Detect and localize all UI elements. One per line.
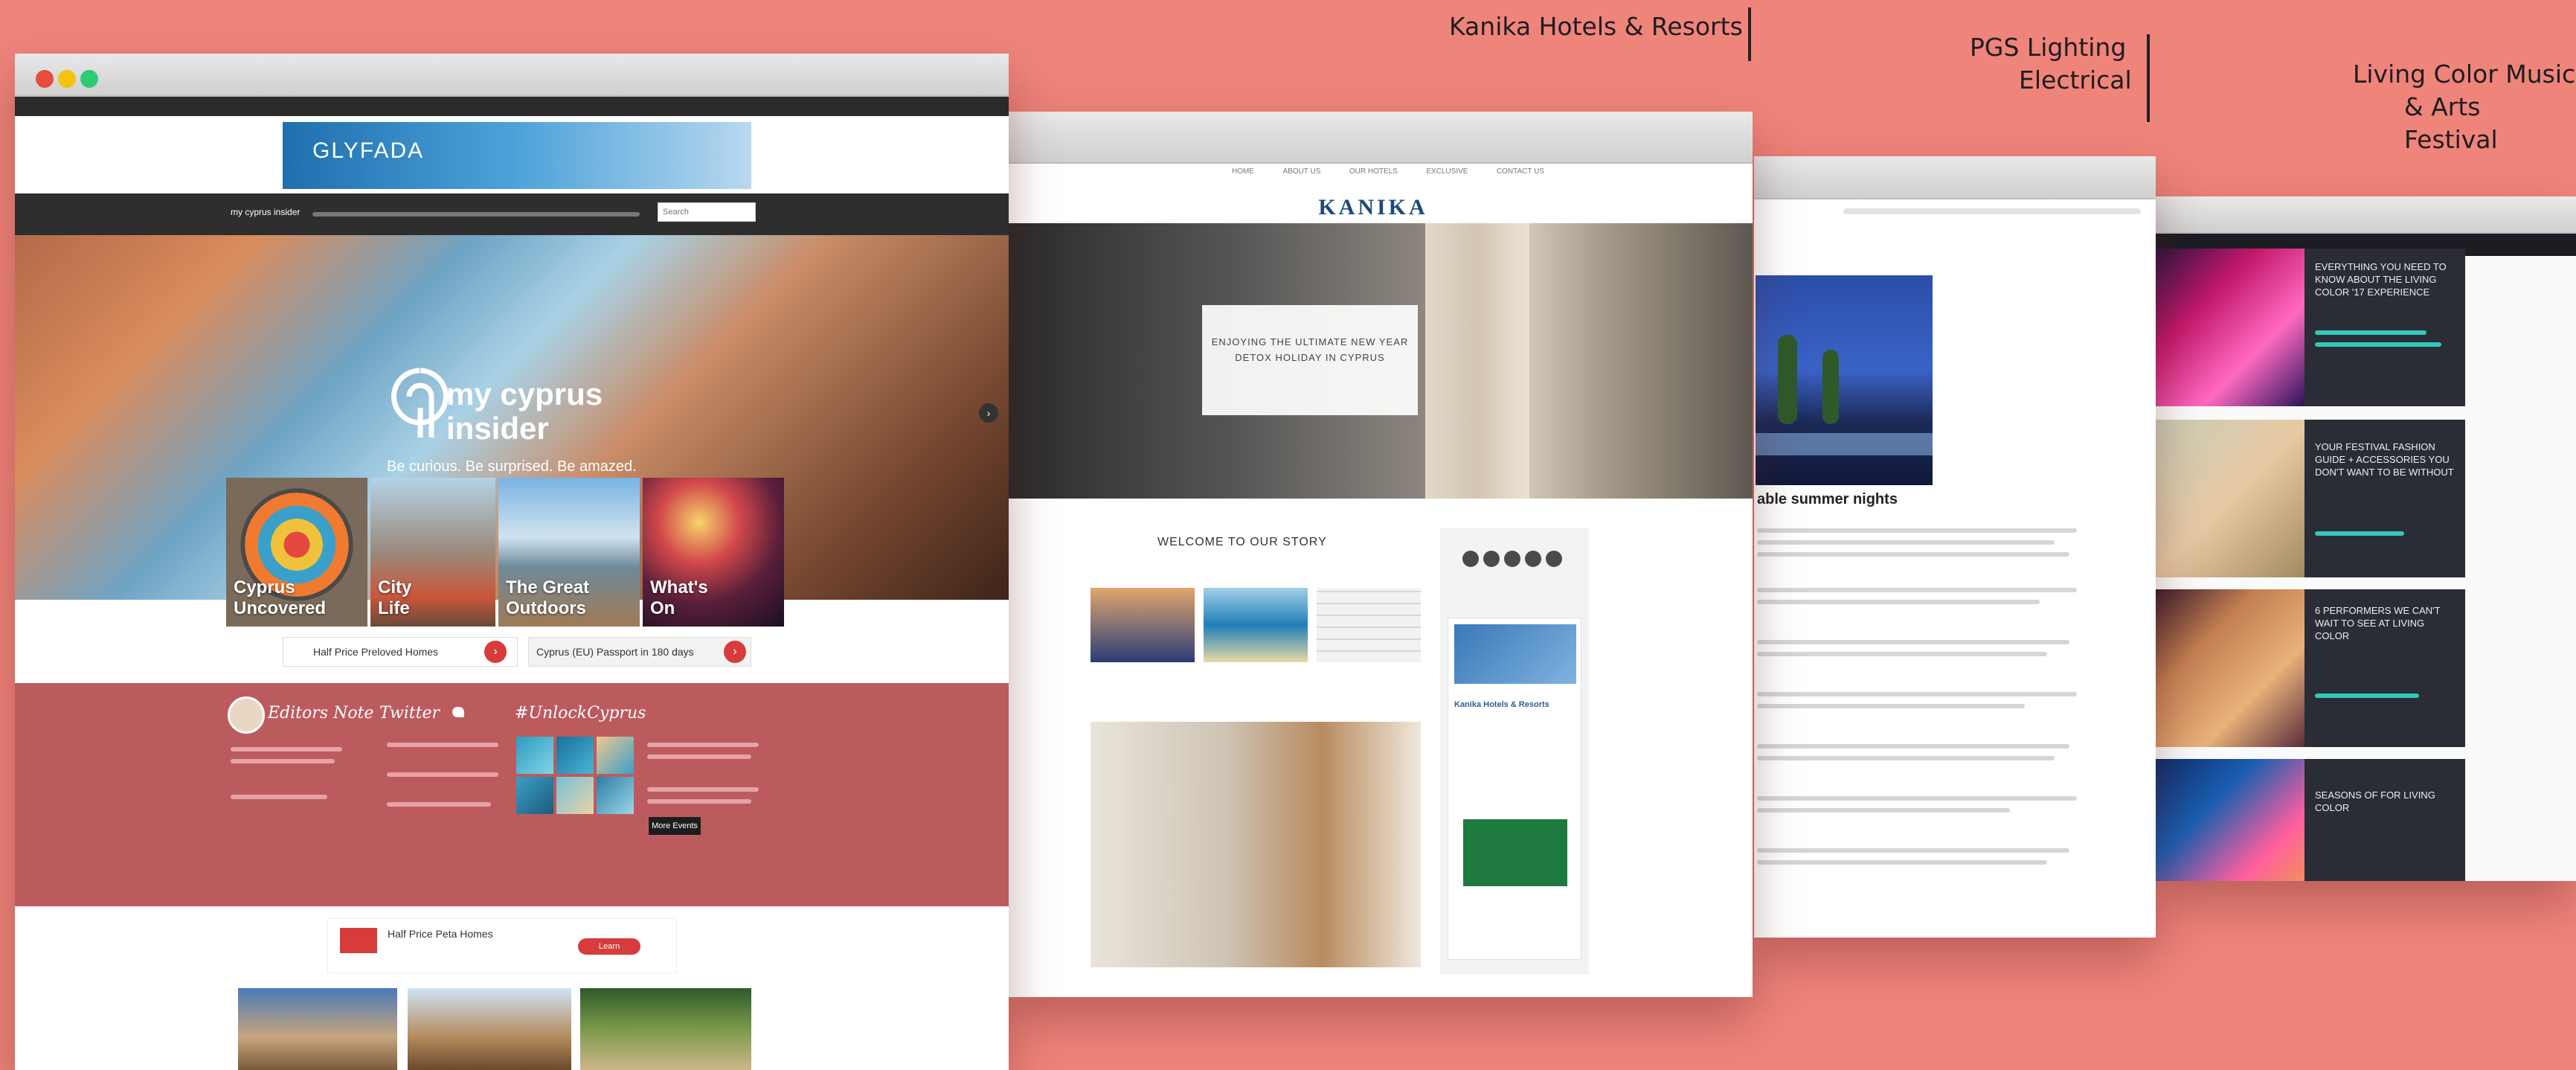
promo-right[interactable]: Cyprus (EU) Passport in 180 days › [528,637,751,667]
close-window-icon[interactable] [36,70,54,88]
spa-photo [1091,722,1421,967]
search-input[interactable] [658,202,756,222]
caption-divider [1748,7,1751,61]
story-image[interactable] [1317,588,1421,662]
hero-title-line2: DETOX HOLIDAY IN CYPRUS [1235,352,1385,363]
kanika-mockup: HOME ABOUT US OUR HOTELS EXCLUSIVE CONTA… [1009,112,1753,997]
nav-logo[interactable]: my cyprus insider [231,207,300,217]
top-banner-ad[interactable]: GLYFADA [283,122,751,189]
article-thumb[interactable] [408,988,571,1070]
youtube-icon[interactable] [1525,551,1541,567]
story-image[interactable] [1091,588,1195,662]
article-thumb[interactable] [580,988,751,1070]
carousel-next-button[interactable]: › [979,403,998,423]
instagram-thumb[interactable] [516,737,553,774]
promo-right-arrow[interactable]: › [724,641,746,663]
nav-item-hotels[interactable]: OUR HOTELS [1349,167,1398,176]
promo-left-arrow[interactable]: › [484,641,507,663]
browser-chrome [1754,156,2156,199]
article-headline: able summer nights [1757,491,1898,507]
living-color-mockup: EVERYTHING YOU NEED TO KNOW ABOUT THE LI… [2156,196,2576,881]
card-image [2156,589,2304,747]
logo-icon [391,368,449,438]
article-title[interactable]: EVERYTHING YOU NEED TO KNOW ABOUT THE LI… [2315,260,2456,298]
article-card[interactable]: EVERYTHING YOU NEED TO KNOW ABOUT THE LI… [2304,249,2465,406]
story-image[interactable] [1204,588,1308,662]
promo-left[interactable]: Half Price Preloved Homes › [283,637,518,667]
card-image [2156,249,2304,406]
category-tile-great-outdoors[interactable]: The Great Outdoors [498,478,640,627]
my-cyprus-insider-mockup: GLYFADA my cyprus insider my cyprus insi… [15,54,1009,1070]
twitter-icon [452,707,464,717]
ad-text: GLYFADA [312,138,425,163]
category-tile-city-life[interactable]: City Life [370,478,495,627]
site-nav: HOME ABOUT US OUR HOTELS EXCLUSIVE CONTA… [1232,156,1544,186]
instagram-icon[interactable] [1504,551,1520,567]
caption-divider [2147,34,2150,122]
editor-avatar [228,696,265,734]
nav-item-contact[interactable]: CONTACT US [1497,167,1544,176]
site-nav [1843,208,2141,214]
article-card[interactable]: SEASONS OF FOR LIVING COLOR [2304,759,2465,881]
unlock-heading: #UnlockCyprus [515,704,646,723]
instagram-thumb[interactable] [597,737,634,774]
caption-pgs-line1: PGS Lighting [1970,33,2127,62]
maximize-window-icon[interactable] [80,70,98,88]
card-image [2156,420,2304,577]
bottom-ad[interactable]: Half Price Peta Homes Learn [327,918,677,973]
hero-logo-line1: my cyprus [446,377,603,411]
hero-logo-line2: insider [446,411,549,446]
article-card[interactable]: YOUR FESTIVAL FASHION GUIDE + ACCESSORIE… [2304,420,2465,577]
article-title[interactable]: SEASONS OF FOR LIVING COLOR [2315,789,2456,814]
ad-logo [340,928,377,953]
hero-photo: ENJOYING THE ULTIMATE NEW YEAR DETOX HOL… [1009,223,1753,499]
welcome-heading: WELCOME TO OUR STORY [1157,536,1327,548]
facebook-widget: Kanika Hotels & Resorts [1448,618,1581,960]
browser-chrome [2156,196,2576,234]
editor-heading: Editors Note [268,704,374,723]
article-card[interactable]: 6 PERFORMERS WE CAN'T WAIT TO SEE AT LIV… [2304,589,2465,747]
article-title[interactable]: YOUR FESTIVAL FASHION GUIDE + ACCESSORIE… [2315,441,2456,478]
caption-living-line2: & Arts Festival [2404,92,2498,154]
nav-item-home[interactable]: HOME [1232,167,1254,176]
caption-living-line1: Living Color Music [2353,60,2576,89]
minimize-window-icon[interactable] [58,70,76,88]
fb-page-name[interactable]: Kanika Hotels & Resorts [1454,700,1576,709]
facebook-icon[interactable] [1462,551,1479,567]
pgs-lighting-mockup: able summer nights [1754,156,2156,938]
caption-kanika: Kanika Hotels & Resorts [1449,12,1743,41]
category-tile-whats-on[interactable]: What's On [643,478,784,627]
instagram-thumb[interactable] [556,737,594,774]
hero-title-line1: ENJOYING THE ULTIMATE NEW YEAR [1211,336,1409,347]
nav-item-exclusive[interactable]: EXCLUSIVE [1426,167,1468,176]
sidebar: Kanika Hotels & Resorts [1440,528,1589,975]
ad-cta-button[interactable]: Learn [578,938,640,955]
top-strip [15,97,1009,116]
hero-photo [1756,275,1933,485]
pinterest-icon[interactable] [1546,551,1562,567]
site-logo[interactable]: KANIKA [1291,195,1455,220]
instagram-thumb[interactable] [556,777,594,814]
instagram-thumb[interactable] [516,777,553,814]
article-thumb[interactable] [238,988,397,1070]
instagram-thumb[interactable] [597,777,634,814]
main-nav: my cyprus insider [15,193,1009,235]
hero-tagline: Be curious. Be surprised. Be amazed. [387,458,637,475]
category-tile-cyprus-uncovered[interactable]: Cyprus Uncovered [226,478,367,627]
caption-pgs-line2: Electrical [2019,65,2132,94]
twitter-icon[interactable] [1483,551,1500,567]
more-events-button[interactable]: More Events [649,817,701,835]
article-title[interactable]: 6 PERFORMERS WE CAN'T WAIT TO SEE AT LIV… [2315,604,2456,642]
nav-item-about[interactable]: ABOUT US [1282,167,1320,176]
card-image [2156,759,2304,881]
browser-chrome [15,54,1009,97]
footer-band: Editors Note Twitter #UnlockCyprus More … [15,683,1009,906]
hero-card: ENJOYING THE ULTIMATE NEW YEAR DETOX HOL… [1202,305,1418,415]
twitter-heading: Twitter [379,704,440,723]
